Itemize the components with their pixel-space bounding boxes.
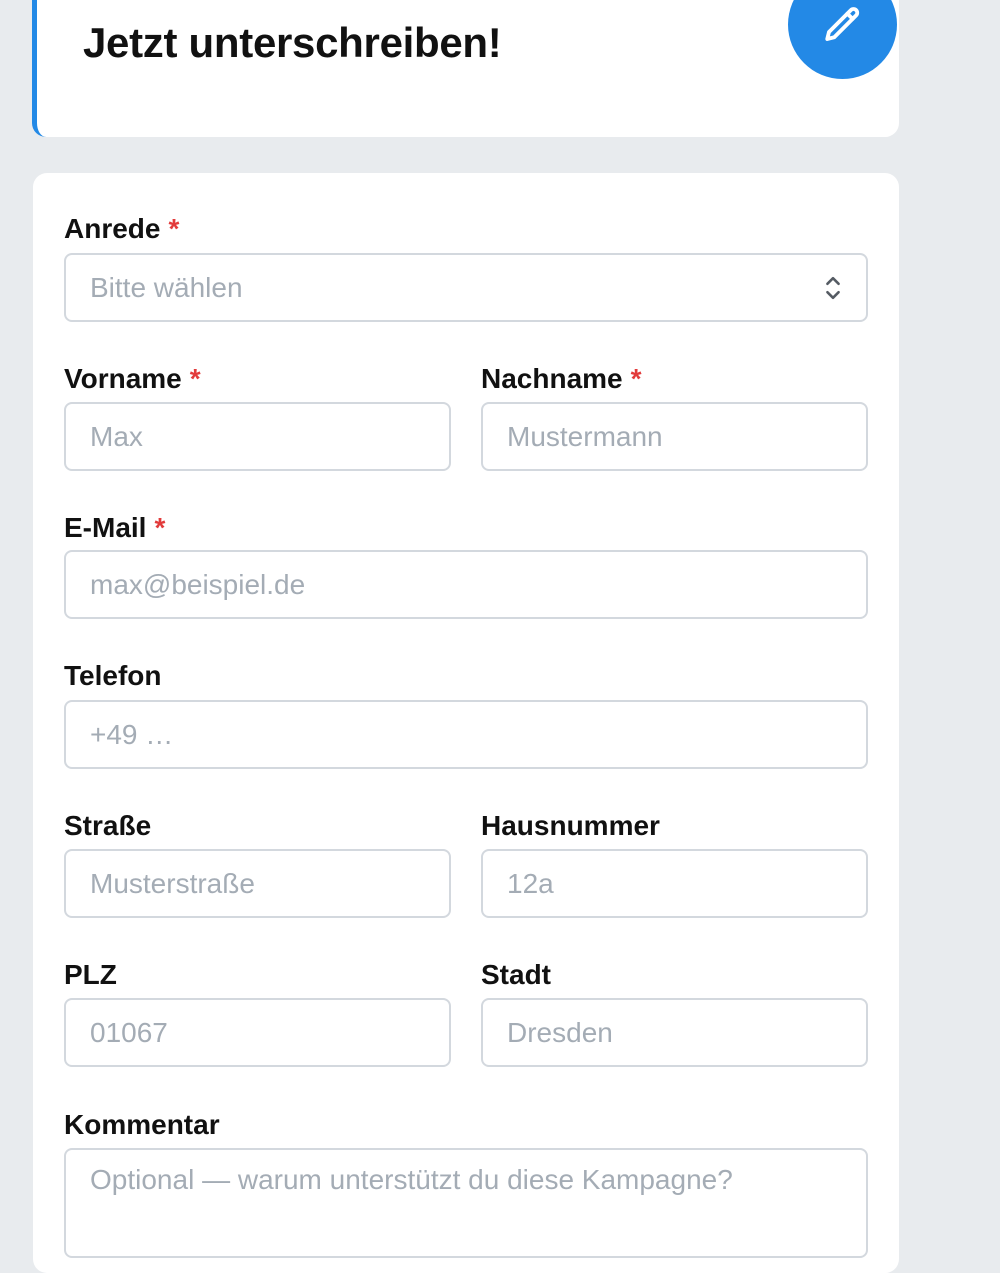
nachname-input[interactable] xyxy=(507,420,842,453)
signup-form: Anrede * Bitte wählen Vorname * Nachname * … xyxy=(33,173,899,1273)
hausnummer-input[interactable] xyxy=(507,867,842,900)
kommentar-label: Kommentar xyxy=(64,1109,220,1140)
strasse-input[interactable] xyxy=(90,867,425,900)
vorname-field xyxy=(64,402,451,471)
required-marker: * xyxy=(630,363,642,394)
stadt-field xyxy=(481,998,868,1067)
plz-input[interactable] xyxy=(90,1016,425,1049)
email-label: E-Mail * xyxy=(64,512,166,543)
strasse-label: Straße xyxy=(64,810,152,841)
anrede-select[interactable]: Bitte wählen xyxy=(64,253,868,322)
anrede-select-value: Bitte wählen xyxy=(90,271,243,303)
anrede-label: Anrede * xyxy=(64,213,180,244)
pencil-icon xyxy=(824,6,859,41)
nachname-label: Nachname * xyxy=(481,363,642,394)
telefon-field xyxy=(64,700,868,769)
chevron-up-down-icon xyxy=(826,276,840,299)
telefon-input[interactable] xyxy=(90,718,842,751)
page-title: Jetzt unterschreiben! xyxy=(83,19,502,66)
nachname-field xyxy=(481,402,868,471)
required-marker: * xyxy=(189,363,201,394)
kommentar-field xyxy=(64,1148,868,1258)
edit-button[interactable] xyxy=(788,0,897,79)
vorname-label: Vorname * xyxy=(64,363,201,394)
header-card: Jetzt unterschreiben! xyxy=(32,0,899,137)
plz-label: PLZ xyxy=(64,959,117,990)
plz-field xyxy=(64,998,451,1067)
hausnummer-label: Hausnummer xyxy=(481,810,660,841)
strasse-field xyxy=(64,849,451,918)
kommentar-input[interactable] xyxy=(90,1164,842,1196)
required-marker: * xyxy=(154,512,166,543)
email-field xyxy=(64,550,868,619)
email-input[interactable] xyxy=(90,568,842,601)
stadt-label: Stadt xyxy=(481,959,551,990)
telefon-label: Telefon xyxy=(64,660,162,691)
stadt-input[interactable] xyxy=(507,1016,842,1049)
hausnummer-field xyxy=(481,849,868,918)
vorname-input[interactable] xyxy=(90,420,425,453)
required-marker: * xyxy=(168,213,180,244)
